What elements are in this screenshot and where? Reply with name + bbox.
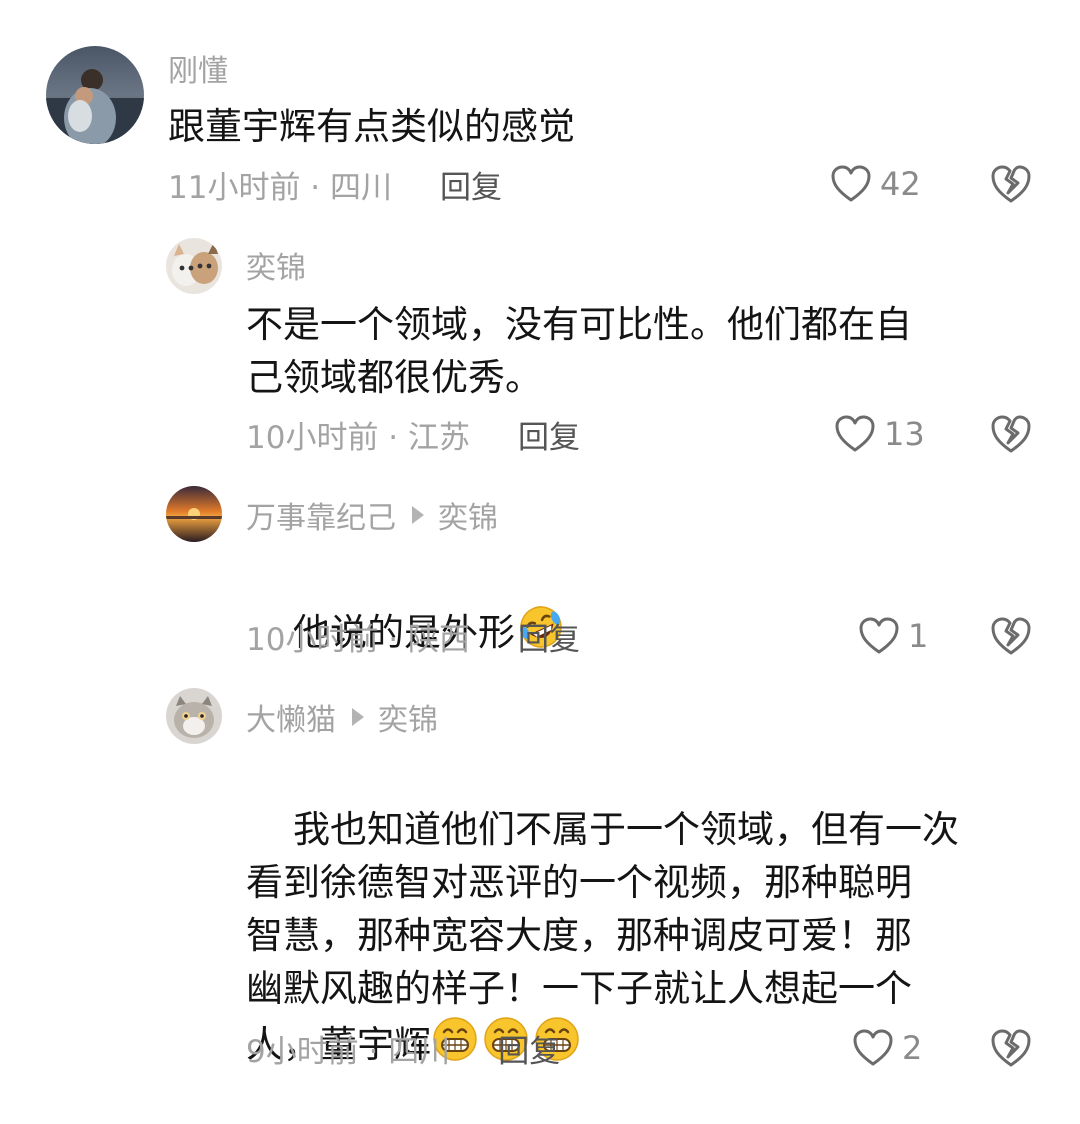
like-count: 2 xyxy=(902,1029,923,1067)
reply-button[interactable]: 回复 xyxy=(440,162,502,207)
heart-outline-icon xyxy=(852,1029,894,1067)
reply-button[interactable]: 回复 xyxy=(498,1026,560,1071)
author-name-row: 大懒猫 奕锦 xyxy=(246,696,438,738)
like-button[interactable]: 13 xyxy=(834,412,925,456)
cat-photo-icon xyxy=(166,238,222,294)
comment-meta: 10小时前 · 陕西 回复 xyxy=(246,614,580,658)
broken-heart-icon xyxy=(990,616,1032,656)
comment-text: 跟董宇辉有点类似的感觉 xyxy=(168,105,575,148)
broken-heart-icon xyxy=(990,1028,1032,1068)
dislike-button[interactable] xyxy=(990,1028,1032,1068)
reply-button[interactable]: 回复 xyxy=(518,412,580,457)
heart-outline-icon xyxy=(834,415,876,453)
reply-to-name[interactable]: 奕锦 xyxy=(378,695,438,739)
heart-outline-icon xyxy=(858,617,900,655)
avatar[interactable] xyxy=(166,486,222,542)
like-button[interactable]: 1 xyxy=(858,614,928,658)
broken-heart-icon xyxy=(990,164,1032,204)
author-name[interactable]: 万事靠纪己 xyxy=(246,493,396,537)
reply-arrow-icon xyxy=(412,506,424,524)
time-location: 11小时前 · 四川 xyxy=(168,169,393,206)
comment-meta: 11小时前 · 四川 回复 xyxy=(168,162,502,206)
like-count: 1 xyxy=(908,617,929,655)
heart-outline-icon xyxy=(830,165,872,203)
reply-arrow-icon xyxy=(352,708,364,726)
cat-photo-icon xyxy=(166,688,222,744)
author-name[interactable]: 大懒猫 xyxy=(246,695,336,739)
avatar[interactable] xyxy=(46,46,144,144)
comment-meta: 9小时前 · 四川 回复 xyxy=(246,1026,560,1070)
reply-to-name[interactable]: 奕锦 xyxy=(438,493,498,537)
time-location: 10小时前 · 陕西 xyxy=(246,621,471,658)
time-location: 10小时前 · 江苏 xyxy=(246,419,471,456)
dislike-button[interactable] xyxy=(990,414,1032,454)
broken-heart-icon xyxy=(990,414,1032,454)
like-count: 42 xyxy=(880,165,921,203)
sunset-photo-icon xyxy=(166,486,222,542)
avatar[interactable] xyxy=(166,238,222,294)
author-name[interactable]: 奕锦 xyxy=(246,243,306,287)
comment-meta: 10小时前 · 江苏 回复 xyxy=(246,412,580,456)
author-name-row: 刚懂 xyxy=(168,46,228,90)
author-name[interactable]: 刚懂 xyxy=(168,46,228,90)
author-name-row: 奕锦 xyxy=(246,244,306,286)
avatar[interactable] xyxy=(166,688,222,744)
man-holding-child-photo-icon xyxy=(46,46,144,144)
author-name-row: 万事靠纪己 奕锦 xyxy=(246,494,498,536)
like-button[interactable]: 42 xyxy=(830,162,921,206)
time-location: 9小时前 · 四川 xyxy=(246,1033,451,1070)
dislike-button[interactable] xyxy=(990,616,1032,656)
like-count: 13 xyxy=(884,415,925,453)
like-button[interactable]: 2 xyxy=(852,1026,922,1070)
reply-button[interactable]: 回复 xyxy=(518,614,580,659)
dislike-button[interactable] xyxy=(990,164,1032,204)
comment-text: 不是一个领域，没有可比性。他们都在自 己领域都很优秀。 xyxy=(246,303,912,399)
